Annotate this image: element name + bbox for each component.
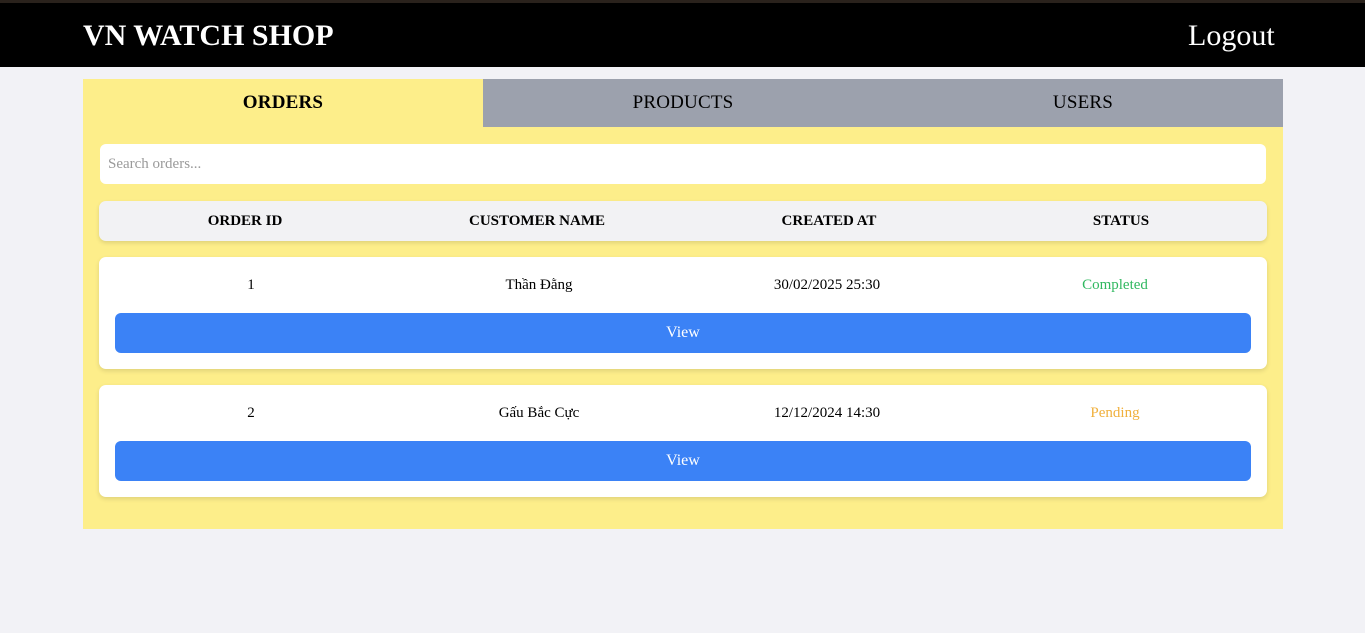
status-badge: Completed	[1082, 277, 1148, 293]
search-input[interactable]	[100, 144, 1266, 184]
column-header-status: STATUS	[1092, 213, 1150, 229]
customer-name: Thần Đằng	[505, 277, 573, 293]
tab-products[interactable]: PRODUCTS	[483, 79, 883, 127]
logout-link[interactable]: Logout	[1188, 19, 1275, 53]
tab-users[interactable]: USERS	[883, 79, 1283, 127]
view-button[interactable]: View	[115, 313, 1251, 353]
created-at: 30/02/2025 25:30	[773, 277, 881, 293]
tab-bar: ORDERS PRODUCTS USERS	[83, 79, 1283, 127]
tab-orders[interactable]: ORDERS	[83, 79, 483, 127]
column-header-order-id: ORDER ID	[207, 213, 283, 229]
admin-panel: ORDERS PRODUCTS USERS ORDER ID CUSTOMER …	[83, 79, 1283, 529]
view-button[interactable]: View	[115, 441, 1251, 481]
table-row: 1 Thần Đằng 30/02/2025 25:30 Completed V…	[99, 257, 1267, 369]
status-badge: Pending	[1090, 405, 1140, 421]
top-navbar: VN WATCH SHOP Logout	[0, 0, 1365, 67]
created-at: 12/12/2024 14:30	[773, 405, 881, 421]
order-id: 1	[247, 277, 255, 293]
order-id: 2	[247, 405, 255, 421]
customer-name: Gấu Bắc Cực	[498, 405, 580, 421]
column-header-customer-name: CUSTOMER NAME	[469, 213, 605, 229]
table-row: 2 Gấu Bắc Cực 12/12/2024 14:30 Pending V…	[99, 385, 1267, 497]
column-header-created-at: CREATED AT	[781, 213, 877, 229]
brand-title[interactable]: VN WATCH SHOP	[83, 19, 334, 53]
table-header: ORDER ID CUSTOMER NAME CREATED AT STATUS	[99, 201, 1267, 241]
